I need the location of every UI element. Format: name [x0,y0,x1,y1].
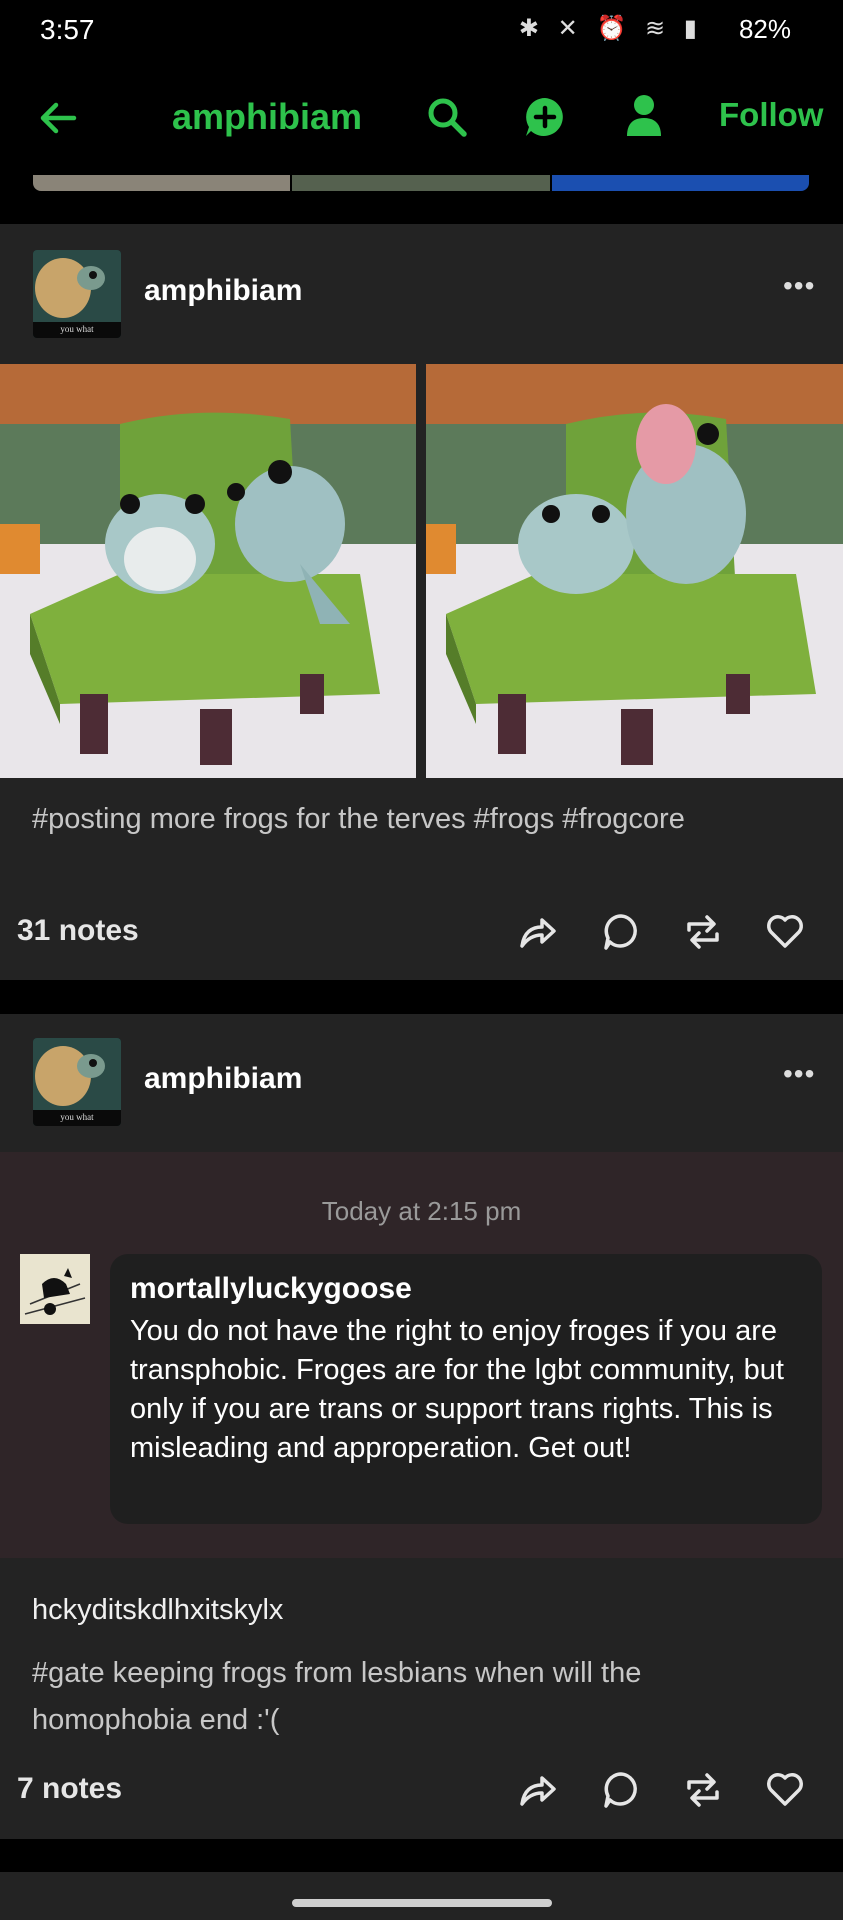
post-blog-name[interactable]: amphibiam [144,274,302,308]
reblog-icon[interactable] [683,912,723,952]
avatar[interactable]: you what [33,250,121,338]
share-icon[interactable] [518,1770,558,1810]
reply-icon[interactable] [602,1770,640,1810]
avatar-caption: you what [60,1112,94,1122]
reblog-icon[interactable] [683,1770,723,1810]
notes-count[interactable]: 31 notes [17,914,139,948]
like-icon[interactable] [765,912,805,950]
more-icon[interactable]: ••• [783,1058,815,1090]
share-icon[interactable] [518,912,558,952]
ask-section: Today at 2:15 pm mortallyluckygoose You … [0,1152,843,1558]
back-arrow-icon[interactable] [38,98,78,138]
blog-header: amphibiam Follow [0,60,843,175]
like-icon[interactable] [765,1770,805,1808]
status-icons: ✱ ✕ ⏰ ≋ ▮ [518,15,703,42]
avatar-caption: you what [60,324,94,334]
ask-question: You do not have the right to enjoy froge… [130,1315,784,1464]
follow-button[interactable]: Follow [719,96,823,134]
status-bar: 3:57 ✱ ✕ ⏰ ≋ ▮ 82% [0,0,843,60]
reply-icon[interactable] [602,912,640,952]
account-icon[interactable] [625,93,663,137]
ask-bubble: mortallyluckygoose You do not have the r… [110,1254,822,1524]
post-card: you what amphibiam ••• #posting more fro… [0,224,843,980]
next-post-card [0,1872,843,1920]
answer-text: hckyditskdlhxitskylx [32,1594,284,1626]
blog-title[interactable]: amphibiam [172,96,362,138]
frog-photo-1[interactable] [0,364,416,778]
notes-count[interactable]: 7 notes [17,1772,122,1806]
post-tags[interactable]: #gate keeping frogs from lesbians when w… [32,1650,792,1744]
new-post-icon[interactable] [523,95,567,139]
home-indicator[interactable] [292,1899,552,1907]
post-tags[interactable]: #posting more frogs for the terves #frog… [32,798,812,840]
asker-avatar[interactable] [20,1254,90,1324]
frog-photo-2[interactable] [426,364,843,778]
asker-name[interactable]: mortallyluckygoose [130,1272,412,1306]
avatar[interactable]: you what [33,1038,121,1126]
ask-timestamp: Today at 2:15 pm [321,1196,522,1226]
previous-post-thumbnails[interactable] [33,175,809,191]
more-icon[interactable]: ••• [783,270,815,302]
search-icon[interactable] [426,96,468,138]
status-battery: 82% [738,14,791,44]
post-blog-name[interactable]: amphibiam [144,1062,302,1096]
status-time: 3:57 [40,14,95,45]
post-card: you what amphibiam ••• Today at 2:15 pm … [0,1014,843,1839]
